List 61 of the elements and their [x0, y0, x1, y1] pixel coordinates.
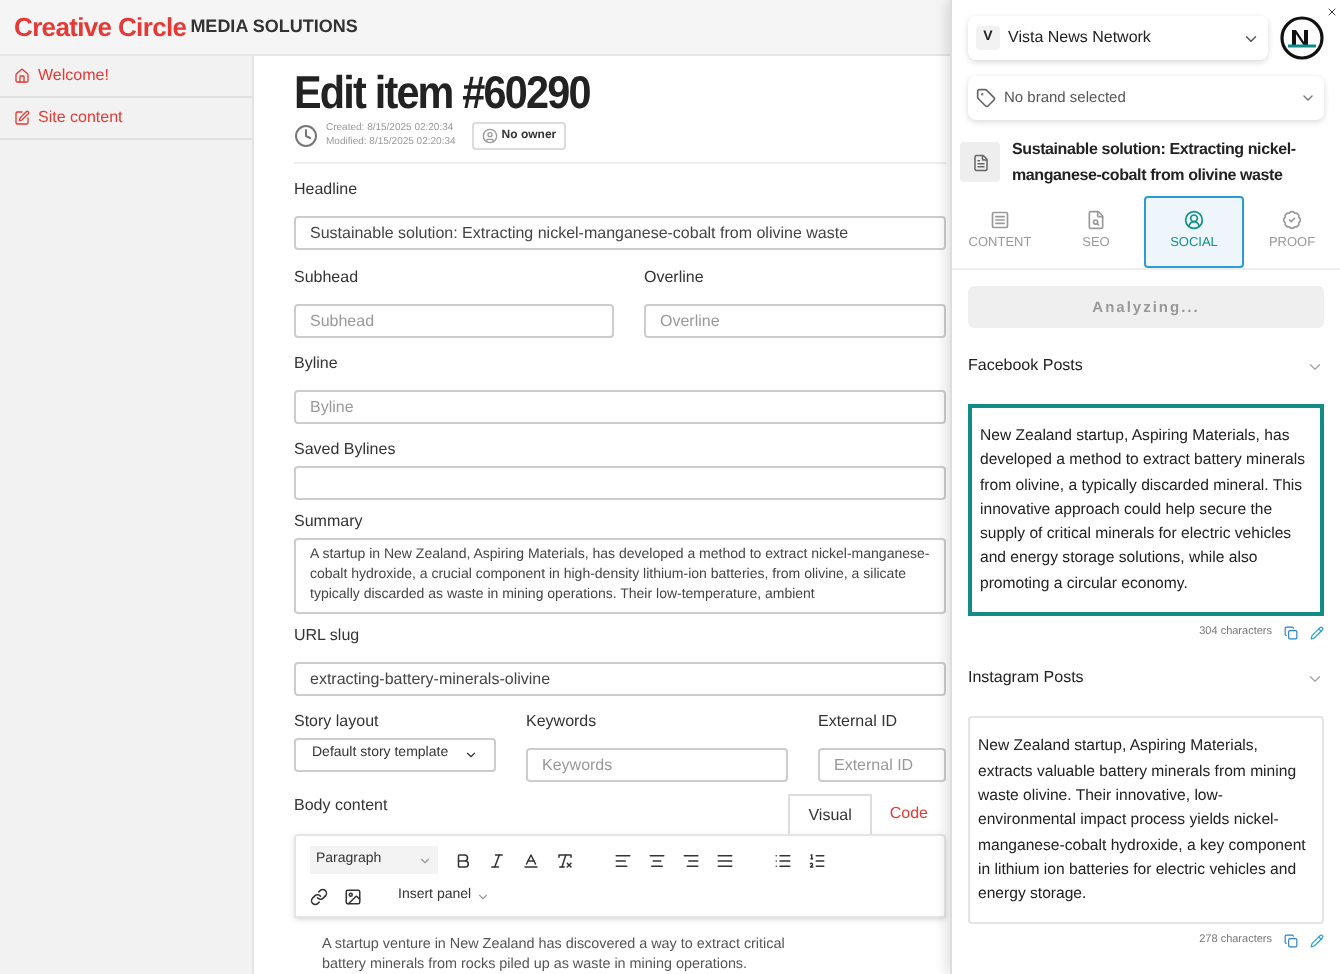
editor-tab[interactable]: Visual: [788, 794, 872, 834]
chevron-down-icon: [1300, 90, 1316, 106]
field-label: Headline: [294, 180, 360, 198]
chevron-down-icon: [475, 889, 490, 903]
text-field[interactable]: extracting-battery-minerals-olivine: [294, 662, 946, 696]
clear-format-icon[interactable]: [556, 851, 574, 869]
saved-bylines-field[interactable]: [294, 466, 946, 500]
close-icon[interactable]: [1326, 6, 1338, 18]
brand-suffix: MEDIA SOLUTIONS: [190, 18, 358, 36]
file-search-icon: [1086, 210, 1106, 231]
chevron-down-icon: [418, 853, 432, 867]
field-label: Keywords: [526, 712, 599, 730]
home-icon: [14, 68, 30, 84]
field-label: Saved Bylines: [294, 440, 398, 458]
page-title: Edit item #60290: [294, 68, 592, 118]
editor-tab[interactable]: Code: [871, 794, 946, 834]
bold-icon[interactable]: [454, 851, 472, 869]
user-circle-icon: [1184, 210, 1204, 231]
pencil-icon[interactable]: [1310, 934, 1324, 949]
section-title: Facebook Posts: [968, 354, 1083, 378]
text-field[interactable]: Keywords: [526, 748, 788, 782]
text-color-icon[interactable]: [522, 851, 540, 869]
section-title: Instagram Posts: [968, 666, 1084, 691]
field-label: Story layout: [294, 712, 381, 730]
field-label: Byline: [294, 354, 340, 372]
article-title: Sustainable solution: Extracting nickel-manganese-cobalt from olivine waste: [1012, 138, 1298, 188]
tag-icon: [976, 88, 996, 108]
align-left-icon[interactable]: [614, 851, 632, 869]
user-icon: [481, 128, 498, 144]
chevron-down-icon: [464, 748, 478, 762]
align-center-icon[interactable]: [648, 851, 666, 869]
check-badge-icon: [1282, 210, 1302, 231]
text-field[interactable]: Subhead: [294, 304, 614, 338]
pencil-icon[interactable]: [1310, 625, 1324, 640]
italic-icon[interactable]: [488, 851, 506, 869]
align-justify-icon[interactable]: [716, 851, 734, 869]
text-field[interactable]: Byline: [294, 390, 946, 424]
sidebar-item[interactable]: Site content: [0, 98, 252, 140]
field-label: Subhead: [294, 268, 361, 286]
field-label: Body content: [294, 796, 388, 814]
document-icon: [971, 153, 989, 171]
image-icon[interactable]: [344, 887, 362, 905]
brand-name: Creative Circle: [14, 14, 187, 40]
field-label: URL slug: [294, 626, 362, 644]
field-label: Overline: [644, 268, 706, 286]
logo-icon: [1280, 16, 1324, 60]
bullet-list-icon[interactable]: [774, 851, 792, 869]
edit-icon: [14, 110, 30, 126]
text-field[interactable]: Overline: [644, 304, 946, 338]
link-icon[interactable]: [310, 887, 328, 905]
clock-icon: [294, 124, 318, 148]
list-box-icon: [990, 210, 1010, 231]
field-label: Summary: [294, 512, 365, 530]
copy-icon[interactable]: [1284, 934, 1298, 949]
text-field[interactable]: External ID: [818, 748, 946, 782]
copy-icon[interactable]: [1284, 625, 1298, 640]
field-label: External ID: [818, 712, 900, 730]
numbered-list-icon[interactable]: [808, 851, 826, 869]
text-field[interactable]: Sustainable solution: Extracting nickel-manganese-cobalt from olivine waste: [294, 216, 946, 250]
sidebar-item[interactable]: Welcome!: [0, 56, 252, 98]
align-right-icon[interactable]: [682, 851, 700, 869]
